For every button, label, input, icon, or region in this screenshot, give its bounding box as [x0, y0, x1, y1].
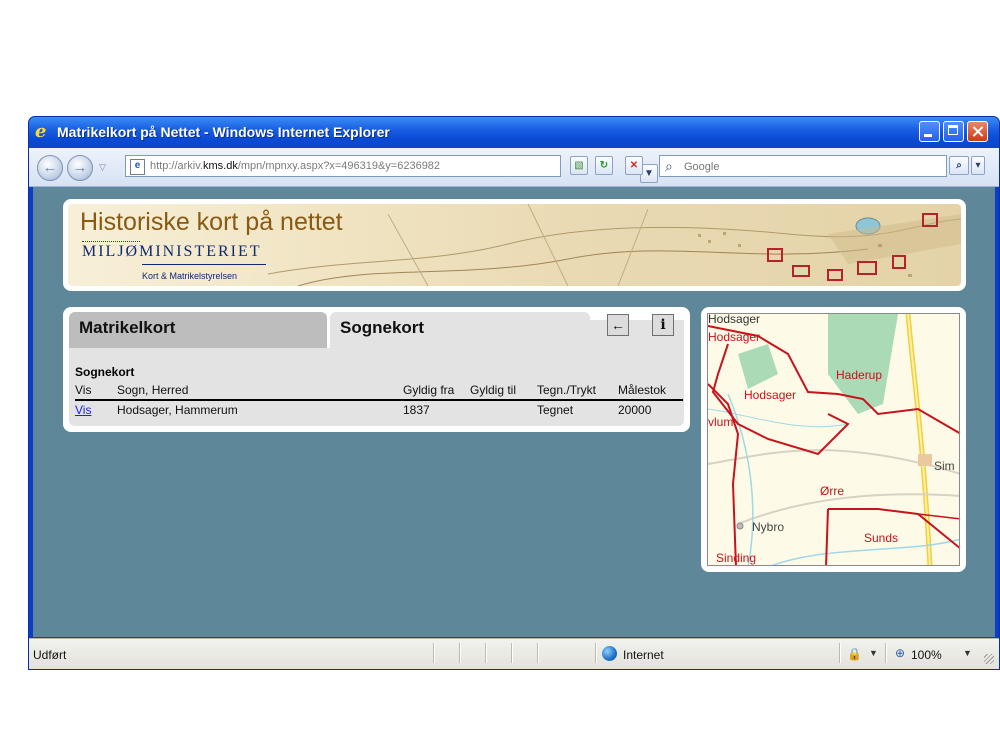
title-bar[interactable]: e Matrikelkort på Nettet - Windows Inter… — [29, 117, 999, 148]
column-header-malestok: Målestok — [618, 383, 667, 397]
address-url[interactable]: http://arkiv.kms.dk/mpn/mpnxy.aspx?x=496… — [150, 160, 440, 172]
minimize-button[interactable] — [919, 121, 940, 142]
address-bar[interactable]: e http://arkiv.kms.dk/mpn/mpnxy.aspx?x=4… — [125, 155, 658, 183]
zoom-icon[interactable]: ⊕ — [895, 646, 905, 660]
search-box[interactable]: ⌕ — [659, 155, 947, 177]
status-separator — [511, 643, 513, 663]
tab-sognekort[interactable]: Sognekort — [330, 312, 590, 348]
url-prefix: http://arkiv. — [150, 160, 203, 172]
compatibility-view-button[interactable]: ▧ — [570, 156, 588, 175]
map-canvas[interactable]: Hodsager Hodsager Haderup Hodsager vlum … — [708, 314, 960, 566]
banner-image: Historiske kort på nettet MILJØMINISTERI… — [68, 204, 961, 286]
page-content: Historiske kort på nettet MILJØMINISTERI… — [33, 187, 995, 637]
column-header-vis: Vis — [75, 383, 92, 397]
security-zone[interactable]: Internet — [623, 648, 664, 662]
cell-gyldig-fra: 1837 — [403, 403, 430, 417]
browser-window: e Matrikelkort på Nettet - Windows Inter… — [28, 116, 1000, 670]
globe-icon — [602, 646, 617, 661]
info-button[interactable]: i — [652, 314, 674, 336]
tab-matrikelkort[interactable]: Matrikelkort — [69, 312, 327, 348]
back-arrow-button[interactable]: ← — [607, 314, 629, 336]
agency-name: Kort & Matrikelstyrelsen — [142, 271, 238, 281]
map-label: Nybro — [752, 520, 784, 534]
zoom-dropdown-icon[interactable]: ▼ — [963, 648, 972, 658]
history-dropdown-icon[interactable]: ▽ — [99, 162, 106, 173]
map-label: Hodsager — [708, 314, 760, 326]
search-input[interactable] — [682, 158, 936, 176]
ministry-logo-text: MILJØMINISTERIET — [82, 243, 262, 260]
status-separator — [839, 643, 841, 663]
map-label: Sinding — [716, 551, 756, 565]
chevron-down-icon[interactable]: ▼ — [869, 648, 878, 658]
stop-button[interactable]: ✕ — [625, 156, 643, 175]
left-arrow-icon: ← — [611, 317, 625, 333]
status-separator — [885, 643, 887, 663]
zoom-level[interactable]: 100% — [911, 648, 942, 662]
column-header-sogn: Sogn, Herred — [117, 383, 189, 397]
banner-divider — [142, 264, 266, 265]
banner-map-illustration — [268, 204, 961, 286]
forward-arrow-icon: → — [72, 159, 88, 176]
resize-grip[interactable] — [984, 654, 994, 664]
forward-button[interactable]: → — [67, 155, 93, 181]
close-button[interactable] — [967, 121, 988, 142]
map-label: Hodsager — [744, 388, 796, 402]
window-title: Matrikelkort på Nettet - Windows Interne… — [57, 124, 390, 140]
status-separator — [433, 643, 435, 663]
overview-map[interactable]: Hodsager Hodsager Haderup Hodsager vlum … — [707, 313, 960, 566]
map-label: Ørre — [820, 484, 844, 498]
map-label: Sim — [934, 459, 955, 473]
back-arrow-icon: ← — [42, 159, 58, 176]
map-label: Sunds — [864, 531, 898, 545]
banner-title: Historiske kort på nettet — [80, 208, 343, 236]
vis-link[interactable]: Vis — [75, 403, 91, 417]
banner-dots — [82, 241, 140, 242]
ie-logo-icon: e — [35, 121, 47, 142]
info-icon: i — [660, 317, 666, 333]
url-host: kms.dk — [202, 160, 238, 172]
cell-tegn-trykt: Tegnet — [537, 403, 574, 417]
maximize-button[interactable] — [943, 121, 964, 142]
section-title: Sognekort — [75, 365, 135, 379]
overview-map-panel: Hodsager Hodsager Haderup Hodsager vlum … — [701, 307, 966, 572]
back-button[interactable]: ← — [37, 155, 63, 181]
sognekort-table: Sognekort Vis Sogn, Herred Gyldig fra Gy… — [69, 348, 684, 426]
protected-mode-icon[interactable]: 🔒 — [847, 647, 862, 661]
cell-sogn: Hodsager, Hammerum — [117, 403, 238, 417]
header-banner: Historiske kort på nettet MILJØMINISTERI… — [63, 199, 966, 291]
page-icon: e — [130, 159, 145, 175]
tab-toolbar: ← i — [590, 314, 684, 348]
search-icon: ⌕ — [665, 158, 673, 174]
status-bar: Udført Internet 🔒 ▼ ⊕ 100% ▼ — [29, 638, 999, 669]
map-label: vlum — [708, 415, 733, 429]
status-separator — [595, 643, 597, 663]
status-separator — [485, 643, 487, 663]
status-text: Udført — [33, 648, 67, 662]
map-list-panel: Matrikelkort Sognekort ← i Sognekort Vis… — [63, 307, 690, 432]
header-underline — [75, 399, 683, 401]
url-path: /mpn/mpnxy.aspx?x=496319&y=6236982 — [237, 160, 441, 172]
column-header-tegn-trykt: Tegn./Trykt — [537, 383, 596, 397]
map-label: Haderup — [836, 368, 882, 382]
column-header-gyldig-fra: Gyldig fra — [403, 383, 455, 397]
status-separator — [537, 643, 539, 663]
map-label: Hodsager — [708, 330, 760, 344]
browser-toolbar: ← → ▽ e http://arkiv.kms.dk/mpn/mpnxy.as… — [29, 148, 999, 187]
status-separator — [459, 643, 461, 663]
search-options-button[interactable]: ▾ — [971, 156, 985, 175]
refresh-button[interactable]: ↻ — [595, 156, 613, 175]
column-header-gyldig-til: Gyldig til — [470, 383, 517, 397]
cell-malestok: 20000 — [618, 403, 652, 417]
search-go-button[interactable]: ⌕ — [949, 156, 969, 175]
